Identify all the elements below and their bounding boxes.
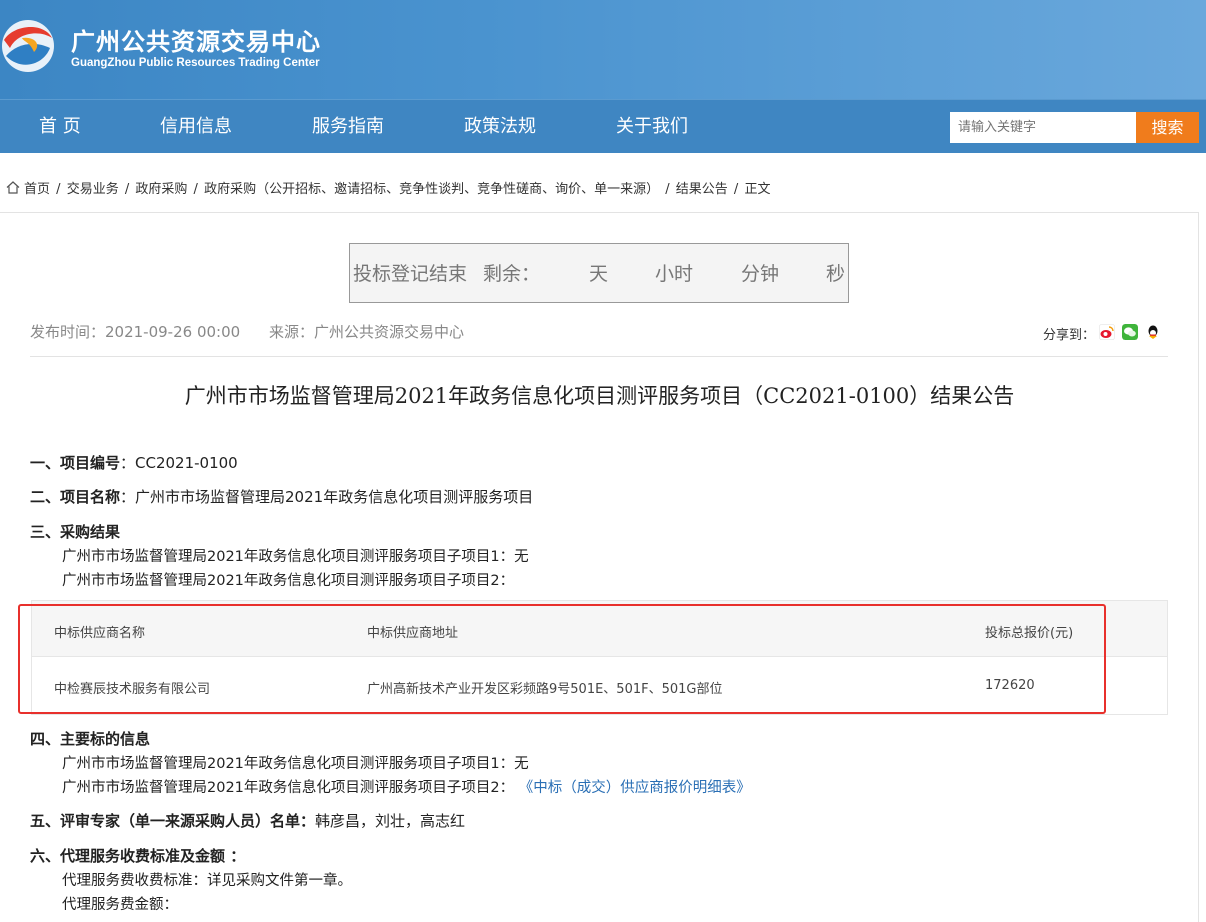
section-experts: 五、评审专家（单一来源采购人员）名单：韩彦昌，刘壮，高志红 [30, 810, 465, 831]
search-input[interactable] [950, 112, 1136, 143]
site-header: 广州公共资源交易中心 GuangZhou Public Resources Tr… [0, 0, 1206, 99]
publish-time: 发布时间：2021-09-26 00:00 [30, 323, 241, 341]
site-subtitle: GuangZhou Public Resources Trading Cente… [71, 57, 320, 69]
section-subject-info: 四、主要标的信息 [30, 728, 150, 749]
highlight-box [18, 604, 1106, 714]
section-label: 四、主要标的信息 [30, 730, 151, 748]
breadcrumb-separator: / [56, 182, 61, 197]
breadcrumb-current: 正文 [744, 182, 771, 197]
countdown-day: 天 [589, 263, 609, 285]
breadcrumb-trading[interactable]: 交易业务 [67, 182, 119, 197]
section-agency-fee: 六、代理服务收费标准及金额 ： [30, 845, 245, 866]
expert-names: 韩彦昌，刘壮，高志红 [315, 812, 466, 830]
result-line-1: 广州市市场监督管理局2021年政务信息化项目测评服务项目子项目1：无 [62, 549, 529, 565]
project-number: ：CC2021-0100 [120, 454, 238, 472]
countdown-box: 投标登记结束 剩余： 天 小时 分钟 秒 [349, 243, 849, 303]
countdown-second: 秒 [826, 263, 846, 285]
site-title: 广州公共资源交易中心 [71, 28, 321, 56]
weibo-icon[interactable] [1099, 324, 1115, 340]
section-project-number: 一、项目编号：CC2021-0100 [30, 452, 238, 473]
breadcrumb-procurement-types[interactable]: 政府采购（公开招标、邀请招标、竞争性谈判、竞争性磋商、询价、单一来源） [204, 182, 659, 197]
nav-item-policy[interactable]: 政策法规 [464, 100, 536, 154]
section-label: 五、评审专家（单一来源采购人员）名单： [30, 812, 316, 830]
article-title: 广州市市场监督管理局2021年政务信息化项目测评服务项目（CC2021-0100… [184, 384, 1015, 408]
price-detail-link[interactable]: 《中标（成交）供应商报价明细表》 [519, 780, 751, 796]
countdown-hour: 小时 [655, 263, 694, 285]
subject-line-2: 广州市市场监督管理局2021年政务信息化项目测评服务项目子项目2： 《中标（成交… [62, 776, 751, 797]
main-nav: 首 页 信用信息 服务指南 政策法规 关于我们 搜索 [0, 99, 1206, 153]
breadcrumb-result-notice[interactable]: 结果公告 [676, 182, 728, 197]
home-icon [6, 181, 20, 194]
project-name: ：广州市市场监督管理局2021年政务信息化项目测评服务项目 [120, 488, 534, 506]
countdown-remaining: 剩余： [483, 263, 541, 285]
nav-item-credit[interactable]: 信用信息 [160, 100, 232, 154]
nav-item-about[interactable]: 关于我们 [616, 100, 688, 154]
breadcrumb-separator: / [733, 182, 739, 197]
site-logo[interactable] [0, 18, 56, 74]
breadcrumb-separator: / [665, 182, 670, 197]
search-button[interactable]: 搜索 [1136, 112, 1199, 143]
fee-amount: 代理服务费金额： [62, 897, 178, 913]
divider [30, 356, 1168, 357]
section-label: 二、项目名称 [30, 488, 121, 506]
countdown-minute: 分钟 [741, 263, 780, 285]
section-label: 一、项目编号 [30, 454, 121, 472]
countdown-label: 投标登记结束 [353, 263, 468, 285]
breadcrumb-separator: / [124, 182, 130, 197]
breadcrumb-home[interactable]: 首页 [24, 182, 50, 197]
breadcrumb-separator: / [193, 182, 198, 197]
wechat-icon[interactable] [1122, 324, 1138, 340]
qq-icon[interactable] [1145, 324, 1161, 340]
nav-item-home[interactable]: 首 页 [39, 100, 81, 154]
result-line-2: 广州市市场监督管理局2021年政务信息化项目测评服务项目子项目2： [62, 573, 515, 589]
breadcrumb: 首页 / 交易业务 / 政府采购 / 政府采购（公开招标、邀请招标、竞争性谈判、… [6, 178, 772, 197]
nav-item-guide[interactable]: 服务指南 [312, 100, 384, 154]
section-result: 三、采购结果 [30, 521, 120, 542]
breadcrumb-gov-procurement[interactable]: 政府采购 [135, 182, 187, 197]
subject-line-1: 广州市市场监督管理局2021年政务信息化项目测评服务项目子项目1：无 [62, 756, 529, 772]
share-label: 分享到： [1043, 328, 1096, 343]
fee-standard: 代理服务费收费标准：详见采购文件第一章。 [62, 873, 352, 889]
section-project-name: 二、项目名称：广州市市场监督管理局2021年政务信息化项目测评服务项目 [30, 486, 533, 507]
subject-line-2-text: 广州市市场监督管理局2021年政务信息化项目测评服务项目子项目2： [62, 780, 515, 796]
section-label: 六、代理服务收费标准及金额 ： [30, 847, 246, 865]
source: 来源：广州公共资源交易中心 [269, 323, 465, 341]
section-label: 三、采购结果 [30, 523, 121, 541]
